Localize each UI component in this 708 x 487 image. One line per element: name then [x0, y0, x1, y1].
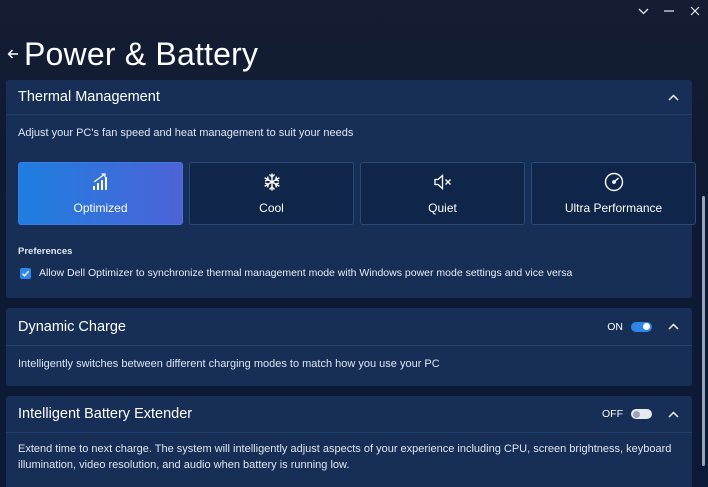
battery-extender-header[interactable]: Intelligent Battery Extender OFF: [6, 396, 692, 432]
dynamic-charge-toggle[interactable]: ON: [607, 321, 652, 333]
toggle-state-label: ON: [607, 320, 623, 333]
description-line: illumination, video resolution, and audi…: [18, 459, 350, 471]
dynamic-charge-card: Dynamic Charge ON Intelligently switches…: [6, 308, 692, 386]
mute-icon: [433, 172, 453, 192]
chevron-down-icon[interactable]: [630, 0, 656, 22]
sync-preference-row: Allow Dell Optimizer to synchronize ther…: [20, 267, 572, 279]
sync-checkbox[interactable]: [20, 267, 31, 279]
mode-optimized[interactable]: Optimized: [18, 162, 183, 225]
sync-label: Allow Dell Optimizer to synchronize ther…: [39, 267, 573, 279]
page-title: Power & Battery: [24, 36, 259, 72]
toggle-switch[interactable]: [631, 321, 652, 332]
window-controls: [630, 0, 708, 22]
toggle-knob: [643, 323, 650, 330]
snowflake-icon: [262, 172, 282, 192]
divider: [6, 345, 692, 346]
chevron-up-icon[interactable]: [666, 407, 680, 421]
battery-extender-toggle[interactable]: OFF: [602, 408, 652, 420]
toggle-knob: [633, 410, 640, 418]
mode-ultra-performance[interactable]: Ultra Performance: [531, 162, 696, 225]
battery-extender-description: Extend time to next charge. The system w…: [6, 441, 692, 473]
thermal-mode-selector: Optimized Cool Quiet Ultra Performance: [18, 162, 696, 225]
divider: [6, 432, 692, 433]
mode-cool[interactable]: Cool: [189, 162, 354, 225]
chevron-up-icon[interactable]: [666, 320, 680, 334]
battery-extender-title: Intelligent Battery Extender: [18, 406, 193, 422]
dynamic-charge-description: Intelligently switches between different…: [18, 358, 440, 370]
mode-label: Ultra Performance: [564, 201, 663, 215]
mode-label: Cool: [259, 201, 284, 215]
mode-quiet[interactable]: Quiet: [360, 162, 525, 225]
thermal-description: Adjust your PC's fan speed and heat mana…: [18, 127, 354, 139]
divider: [6, 114, 692, 115]
back-arrow-icon[interactable]: [6, 44, 20, 64]
dynamic-charge-title: Dynamic Charge: [18, 318, 126, 335]
description-line: Extend time to next charge. The system w…: [18, 443, 672, 455]
minimize-button[interactable]: [656, 0, 682, 22]
mode-label: Quiet: [428, 201, 457, 215]
close-button[interactable]: [682, 0, 708, 22]
thermal-title: Thermal Management: [18, 89, 160, 105]
gauge-icon: [604, 172, 624, 192]
thermal-management-card: Thermal Management Adjust your PC's fan …: [6, 80, 696, 298]
signal-bars-icon: [91, 172, 111, 192]
chevron-up-icon[interactable]: [666, 90, 680, 104]
dynamic-charge-header[interactable]: Dynamic Charge ON: [6, 308, 692, 345]
toggle-switch[interactable]: [631, 409, 652, 419]
page-header: Power & Battery: [6, 34, 258, 74]
preferences-heading: Preferences: [18, 246, 73, 257]
thermal-header[interactable]: Thermal Management: [6, 80, 692, 114]
mode-label: Optimized: [73, 201, 128, 215]
toggle-state-label: OFF: [602, 408, 623, 420]
battery-extender-card: Intelligent Battery Extender OFF Extend …: [6, 396, 692, 487]
scrollbar[interactable]: [702, 196, 705, 466]
